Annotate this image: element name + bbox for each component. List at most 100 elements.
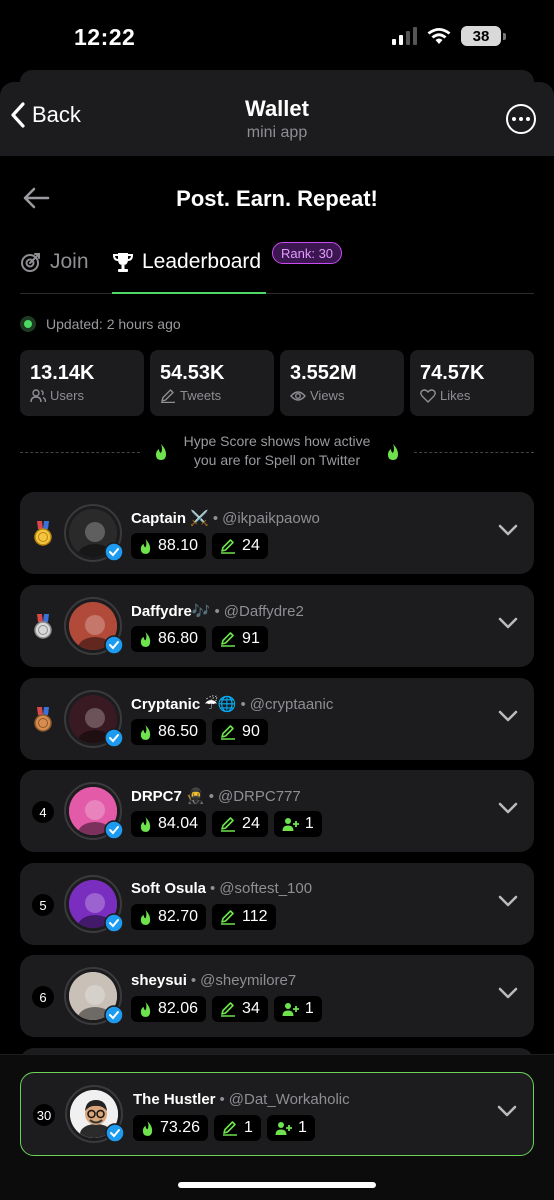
hype-score-chip: 86.50 bbox=[131, 719, 207, 745]
avatar bbox=[64, 967, 124, 1025]
referral-count: 1 bbox=[304, 815, 314, 832]
verified-badge-icon bbox=[105, 1123, 125, 1143]
rank-number: 6 bbox=[32, 986, 54, 1008]
tweets-chip: 34 bbox=[212, 996, 268, 1022]
tweets-chip: 91 bbox=[212, 626, 268, 652]
pen-icon bbox=[161, 388, 175, 403]
tweets-chip: 112 bbox=[212, 904, 276, 930]
tweet-count: 112 bbox=[242, 908, 268, 925]
stat-label: Tweets bbox=[180, 388, 222, 403]
tweets-chip: 24 bbox=[212, 533, 268, 559]
user-handle: @cryptaanic bbox=[249, 695, 334, 713]
tab-join[interactable]: Join bbox=[20, 250, 89, 274]
user-plus-icon bbox=[275, 1121, 292, 1135]
stat-value: 3.552M bbox=[290, 362, 357, 384]
hype-score-chip: 82.70 bbox=[131, 904, 207, 930]
leaderboard-row[interactable]: 5 Soft Osula • @softest_100 82.70 112 bbox=[20, 863, 534, 945]
verified-badge-icon bbox=[104, 542, 124, 562]
mini-app-header: Back Wallet mini app bbox=[0, 82, 554, 156]
flame-icon bbox=[140, 631, 151, 647]
tab-leaderboard-label: Leaderboard bbox=[142, 250, 262, 273]
tweets-chip: 1 bbox=[214, 1115, 261, 1141]
user-handle: @ikpaikpaowo bbox=[222, 509, 320, 527]
more-options-button[interactable] bbox=[506, 104, 536, 134]
live-indicator bbox=[20, 316, 36, 332]
stats-row: 13.14K Users 54.53K Tweets 3.552M Views … bbox=[20, 350, 534, 416]
hype-score: 82.06 bbox=[158, 1000, 199, 1017]
user-handle: @Daffydre2 bbox=[223, 602, 304, 620]
more-dot bbox=[519, 117, 523, 121]
trophy-icon bbox=[112, 253, 134, 272]
user-handle-separator: • bbox=[214, 602, 220, 620]
tab-join-label: Join bbox=[50, 250, 89, 273]
tweet-count: 1 bbox=[244, 1119, 253, 1136]
referrals-chip: 1 bbox=[266, 1115, 315, 1141]
heart-icon bbox=[420, 388, 436, 403]
user-handle: @sheymilore7 bbox=[200, 972, 297, 989]
user-name-line: Captain ⚔️ • @ikpaikpaowo bbox=[131, 509, 320, 528]
home-indicator bbox=[178, 1182, 376, 1188]
user-name: sheysui bbox=[131, 972, 187, 989]
user-handle: @DRPC777 bbox=[217, 787, 301, 805]
user-metrics: 82.70 112 bbox=[131, 904, 276, 930]
avatar bbox=[65, 1085, 125, 1143]
leaderboard-row[interactable]: 6 sheysui • @sheymilore7 82.06 34 1 bbox=[20, 955, 534, 1037]
stat-value: 54.53K bbox=[160, 362, 225, 384]
chevron-down-icon[interactable] bbox=[498, 986, 518, 1000]
stat-label: Likes bbox=[440, 388, 471, 403]
chevron-down-icon[interactable] bbox=[497, 1104, 517, 1118]
eye-icon bbox=[290, 390, 306, 401]
pen-icon bbox=[221, 632, 236, 647]
target-icon bbox=[21, 253, 40, 272]
user-plus-icon bbox=[282, 817, 299, 831]
stat-views: 3.552M Views bbox=[280, 350, 404, 416]
chevron-down-icon[interactable] bbox=[498, 801, 518, 815]
active-tab-indicator bbox=[112, 292, 266, 294]
pen-icon bbox=[221, 1002, 236, 1017]
flame-icon bbox=[140, 816, 151, 832]
leaderboard-row[interactable]: Cryptanic ☔🌐 • @cryptaanic 86.50 90 bbox=[20, 678, 534, 760]
chevron-down-icon[interactable] bbox=[498, 616, 518, 630]
user-name-line: Soft Osula • @softest_100 bbox=[131, 880, 312, 897]
pen-icon bbox=[221, 725, 236, 740]
hype-score: 73.26 bbox=[160, 1119, 201, 1136]
leaderboard-row[interactable]: 4 DRPC7 🥷 • @DRPC777 84.04 24 1 bbox=[20, 770, 534, 852]
chevron-down-icon[interactable] bbox=[498, 709, 518, 723]
divider bbox=[414, 452, 534, 453]
header-title-block: Wallet mini app bbox=[0, 96, 554, 142]
current-user-row[interactable]: 30 The Hustler • @Dat_Workaholic 73.26 1 bbox=[20, 1072, 534, 1156]
chevron-down-icon[interactable] bbox=[498, 894, 518, 908]
user-handle: @Dat_Workaholic bbox=[228, 1091, 350, 1108]
flame-icon bbox=[156, 444, 166, 460]
leaderboard-row[interactable]: Captain ⚔️ • @ikpaikpaowo 88.10 24 bbox=[20, 492, 534, 574]
tweets-chip: 24 bbox=[212, 811, 268, 837]
gold-medal-icon bbox=[34, 521, 52, 546]
hype-score: 86.80 bbox=[158, 630, 199, 647]
referrals-chip: 1 bbox=[273, 811, 322, 837]
user-metrics: 88.10 24 bbox=[131, 533, 268, 559]
chevron-down-icon[interactable] bbox=[498, 523, 518, 537]
pen-icon bbox=[223, 1121, 238, 1136]
pen-icon bbox=[221, 910, 236, 925]
hype-score: 88.10 bbox=[158, 537, 199, 554]
page-title: Post. Earn. Repeat! bbox=[176, 186, 378, 211]
referrals-chip: 1 bbox=[273, 996, 322, 1022]
user-metrics: 73.26 1 1 bbox=[133, 1115, 315, 1141]
referral-count: 1 bbox=[304, 1000, 314, 1017]
avatar bbox=[64, 504, 124, 562]
tweets-chip: 90 bbox=[212, 719, 268, 745]
updated-text: Updated: 2 hours ago bbox=[46, 316, 181, 332]
tab-leaderboard[interactable]: Leaderboard bbox=[112, 250, 261, 274]
hype-score: 82.70 bbox=[158, 908, 199, 925]
stat-value: 13.14K bbox=[30, 362, 95, 384]
leaderboard-row[interactable]: Daffydre🎶 • @Daffydre2 86.80 91 bbox=[20, 585, 534, 667]
verified-badge-icon bbox=[104, 635, 124, 655]
flame-icon bbox=[142, 1120, 153, 1136]
verified-badge-icon bbox=[104, 1005, 124, 1025]
hype-score: 86.50 bbox=[158, 723, 199, 740]
flame-icon bbox=[140, 909, 151, 925]
hype-score-chip: 73.26 bbox=[133, 1115, 209, 1141]
status-icons: 38 bbox=[392, 26, 506, 46]
battery-level: 38 bbox=[461, 26, 501, 46]
verified-badge-icon bbox=[104, 728, 124, 748]
